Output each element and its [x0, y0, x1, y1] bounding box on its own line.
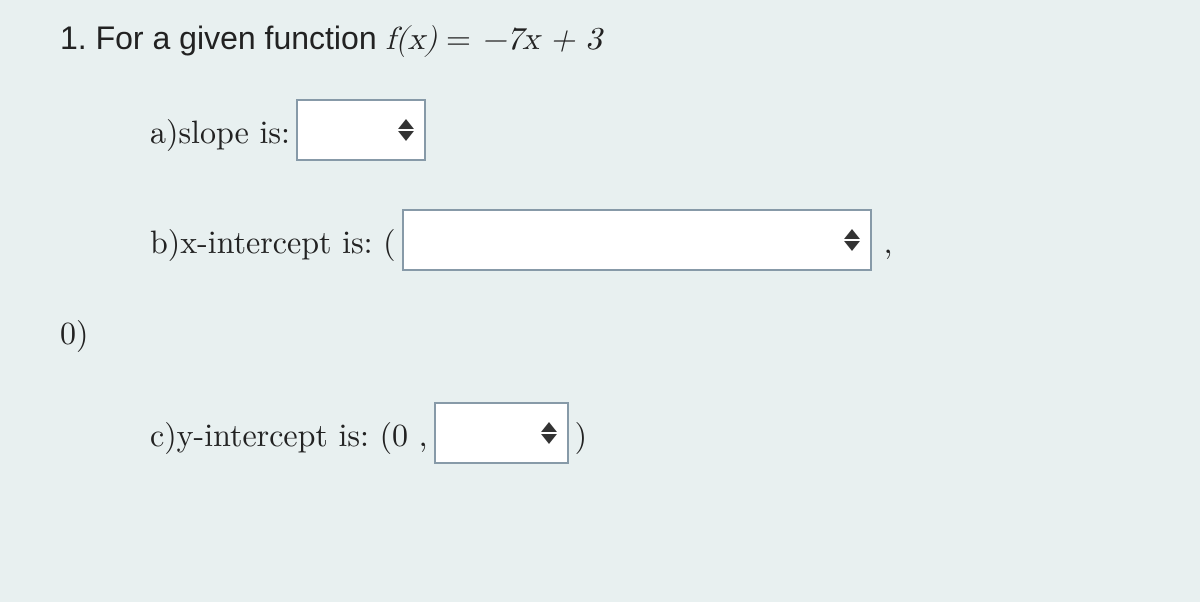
part-a-label: a)slope is:	[150, 108, 290, 153]
stem-prefix: For a given function	[96, 20, 386, 56]
part-b-continuation: 0)	[60, 309, 1140, 354]
chevron-up-icon[interactable]	[541, 422, 557, 432]
function-lhs: f(x)	[386, 24, 438, 56]
part-c-label: c)y-intercept is: (0 ,	[150, 411, 428, 456]
part-b-comma: ,	[884, 218, 893, 263]
equals-sign: =	[446, 24, 482, 56]
question-number: 1.	[60, 20, 87, 56]
x-intercept-input[interactable]	[402, 209, 872, 271]
chevron-down-icon[interactable]	[398, 131, 414, 141]
part-c-close-paren: )	[575, 411, 587, 456]
function-rhs: −7x + 3	[482, 24, 602, 56]
question-stem: 1. For a given function f(x) = −7x + 3	[60, 20, 1140, 59]
chevron-down-icon[interactable]	[844, 241, 860, 251]
y-intercept-input[interactable]	[434, 402, 569, 464]
part-c-row: c)y-intercept is: (0 , )	[150, 402, 1140, 464]
spinner-icon[interactable]	[398, 119, 414, 141]
part-b-label: b)x-intercept is: (	[150, 218, 396, 263]
parts-container-2: c)y-intercept is: (0 , )	[60, 402, 1140, 464]
part-a-row: a)slope is:	[150, 99, 1140, 161]
chevron-down-icon[interactable]	[541, 434, 557, 444]
part-b-row: b)x-intercept is: ( ,	[150, 209, 1140, 271]
parts-container: a)slope is: b)x-intercept is: ( ,	[60, 99, 1140, 271]
chevron-up-icon[interactable]	[844, 229, 860, 239]
spinner-icon[interactable]	[541, 422, 557, 444]
spinner-icon[interactable]	[844, 229, 860, 251]
slope-input[interactable]	[296, 99, 426, 161]
chevron-up-icon[interactable]	[398, 119, 414, 129]
